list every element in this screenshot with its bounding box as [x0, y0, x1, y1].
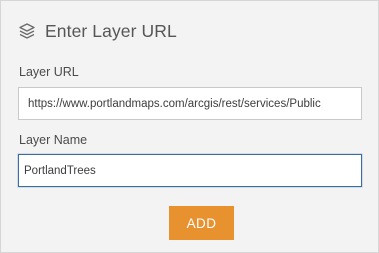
layer-name-label: Layer Name: [19, 133, 88, 147]
layer-url-input[interactable]: [18, 87, 362, 120]
layers-icon: [18, 22, 36, 40]
add-button[interactable]: ADD: [169, 206, 234, 240]
layer-name-input[interactable]: [18, 154, 362, 187]
panel-title: Enter Layer URL: [45, 20, 177, 41]
panel-header: Enter Layer URL: [18, 19, 177, 43]
enter-layer-url-panel: Enter Layer URL Layer URL Layer Name ADD: [0, 0, 379, 253]
layer-url-label: Layer URL: [19, 65, 79, 79]
